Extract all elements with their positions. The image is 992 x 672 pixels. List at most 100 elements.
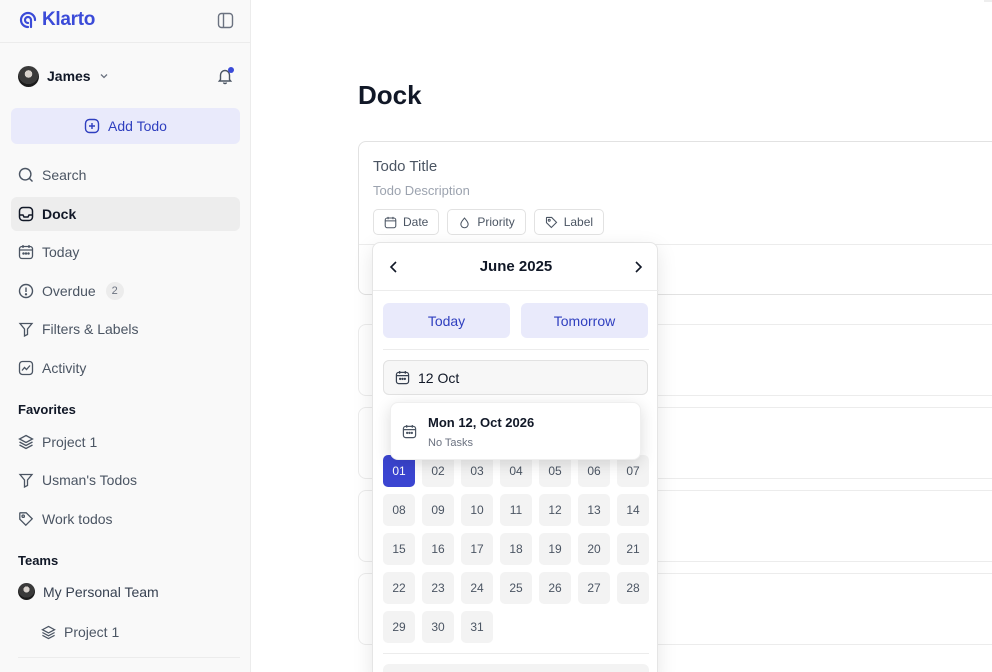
avatar	[18, 65, 39, 87]
activity-icon	[18, 360, 34, 376]
team-project-1[interactable]: Project 1	[41, 624, 119, 640]
calendar-icon	[384, 216, 397, 228]
chevron-right-icon[interactable]	[631, 260, 645, 274]
page-title: Dock	[358, 80, 422, 110]
tag-icon	[545, 216, 557, 228]
notifications-button[interactable]	[216, 67, 234, 85]
tag-icon	[19, 512, 34, 527]
calendar-day[interactable]: 30	[422, 611, 454, 643]
nav-label: Filters & Labels	[42, 321, 139, 337]
calendar-day[interactable]: 12	[539, 494, 571, 526]
nav-label: Project 1	[42, 434, 98, 450]
calendar-day[interactable]: 19	[539, 533, 571, 565]
calendar-day[interactable]: 18	[500, 533, 532, 565]
calendar-day[interactable]: 24	[461, 572, 493, 604]
divider	[383, 349, 649, 350]
teams-heading: Teams	[18, 553, 59, 568]
divider	[383, 653, 649, 654]
suggestion-date: Mon 12, Oct 2026	[428, 415, 535, 430]
layers-icon	[41, 625, 56, 639]
app-logo[interactable]: Klarto	[18, 9, 95, 31]
favorites-heading: Favorites	[18, 402, 76, 417]
priority-chip[interactable]: Priority	[447, 209, 526, 235]
popover-footer[interactable]	[383, 664, 649, 672]
team-my-personal-team[interactable]: My Personal Team	[18, 583, 159, 600]
calendar-day[interactable]: 21	[617, 533, 649, 565]
flag-icon	[460, 216, 470, 228]
calendar-day[interactable]: 27	[578, 572, 610, 604]
todo-attribute-chips: Date Priority Label	[373, 209, 605, 235]
nav-activity[interactable]: Activity	[11, 351, 240, 385]
favorite-work-todos[interactable]: Work todos	[11, 502, 240, 536]
calendar-day[interactable]: 29	[383, 611, 415, 643]
suggestion-task-count: No Tasks	[428, 437, 474, 449]
calendar-icon	[18, 245, 34, 260]
user-menu[interactable]: James	[18, 65, 109, 87]
filter-icon	[18, 473, 34, 488]
user-name: James	[47, 68, 91, 84]
sidebar-toggle-icon[interactable]	[217, 12, 234, 29]
nav-dock[interactable]: Dock	[11, 197, 240, 231]
user-row: James	[18, 64, 234, 88]
current-month: June 2025	[479, 258, 553, 275]
chevron-down-icon	[100, 74, 108, 79]
nav-overdue[interactable]: Overdue 2	[11, 274, 240, 308]
date-suggestion-tooltip[interactable]: Mon 12, Oct 2026 No Tasks	[390, 402, 641, 460]
calendar-day[interactable]: 14	[617, 494, 649, 526]
klarto-logo-icon	[19, 11, 37, 29]
calendar-day[interactable]: 15	[383, 533, 415, 565]
calendar-icon	[395, 370, 410, 385]
team-project-label: Project 1	[64, 624, 120, 640]
divider	[0, 42, 251, 43]
nav-label: Usman's Todos	[42, 472, 138, 488]
todo-description-field[interactable]: Todo Description	[373, 183, 470, 198]
calendar-day[interactable]: 08	[383, 494, 415, 526]
calendar-day[interactable]: 31	[461, 611, 493, 643]
nav-label: Activity	[42, 360, 87, 376]
date-input[interactable]: 12 Oct	[383, 360, 648, 395]
nav-today[interactable]: Today	[11, 235, 240, 269]
calendar-day[interactable]: 28	[617, 572, 649, 604]
calendar-day[interactable]: 11	[500, 494, 532, 526]
app-name: Klarto	[42, 9, 96, 30]
today-button[interactable]: Today	[383, 303, 510, 338]
calendar-day[interactable]: 26	[539, 572, 571, 604]
calendar-day[interactable]: 13	[578, 494, 610, 526]
chevron-left-icon[interactable]	[387, 260, 401, 274]
nav-filters-labels[interactable]: Filters & Labels	[11, 312, 240, 346]
date-chip-label: Date	[403, 215, 429, 229]
divider	[18, 657, 240, 658]
label-chip[interactable]: Label	[533, 209, 605, 235]
layers-icon	[18, 434, 34, 450]
date-input-value: 12 Oct	[418, 369, 460, 386]
todo-title-field[interactable]: Todo Title	[373, 158, 437, 175]
plus-square-icon	[84, 118, 100, 134]
calendar-day[interactable]: 10	[461, 494, 493, 526]
calendar-day-grid: 01 02 03 04 05 06 07 08 09 10 11 12 13 14 15 16 17 18 19 20…	[383, 455, 649, 643]
nav-label: Search	[42, 167, 87, 183]
label-chip-label: Label	[563, 215, 594, 229]
tomorrow-button[interactable]: Tomorrow	[521, 303, 648, 338]
team-avatar	[18, 583, 35, 600]
date-chip[interactable]: Date	[373, 209, 440, 235]
calendar-day[interactable]: 09	[422, 494, 454, 526]
calendar-day[interactable]: 20	[578, 533, 610, 565]
favorite-usmans-todos[interactable]: Usman's Todos	[11, 463, 240, 497]
calendar-day[interactable]: 22	[383, 572, 415, 604]
favorite-project-1[interactable]: Project 1	[11, 425, 240, 459]
calendar-day[interactable]: 25	[500, 572, 532, 604]
month-navigator: June 2025	[373, 243, 659, 291]
calendar-day[interactable]: 16	[422, 533, 454, 565]
search-icon	[18, 167, 33, 182]
team-name: My Personal Team	[43, 583, 159, 600]
nav-label: Today	[42, 244, 80, 260]
priority-chip-label: Priority	[477, 215, 515, 229]
nav-search[interactable]: Search	[11, 158, 240, 192]
nav-label: Dock	[42, 206, 77, 222]
add-todo-button[interactable]: Add Todo	[11, 108, 240, 144]
calendar-day[interactable]: 17	[461, 533, 493, 565]
sidebar: Klarto James Add Todo Search Dock Today …	[0, 0, 251, 672]
filter-icon	[18, 322, 34, 337]
inbox-icon	[18, 206, 34, 222]
calendar-day[interactable]: 23	[422, 572, 454, 604]
